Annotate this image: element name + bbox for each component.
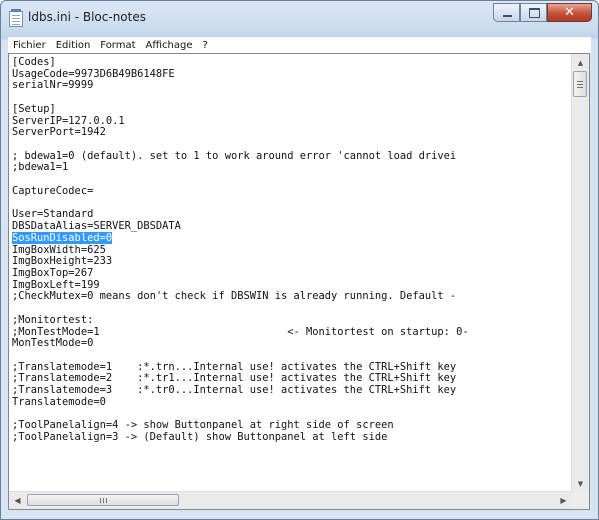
menu-fichier[interactable]: Fichier xyxy=(8,40,51,51)
text-line[interactable]: [Setup] xyxy=(12,103,572,116)
text-line[interactable]: UsageCode=9973D6B49B6148FE xyxy=(12,68,572,81)
selected-text[interactable]: SosRunDisabled=0 xyxy=(12,231,113,244)
scroll-left-button[interactable]: ◀ xyxy=(9,492,26,509)
scrollbar-corner xyxy=(572,492,589,509)
text-line[interactable]: ;ToolPanelalign=3 -> (Default) show Butt… xyxy=(12,431,572,444)
notepad-window: ldbs.ini - Bloc-notes ✕ Fichier Edition … xyxy=(0,0,599,520)
text-line[interactable]: serialNr=9999 xyxy=(12,80,572,92)
maximize-button[interactable] xyxy=(520,3,547,22)
arrow-up-icon: ▲ xyxy=(577,58,584,67)
text-line[interactable]: [Codes] xyxy=(12,57,572,69)
text-line[interactable]: SosRunDisabled=0 xyxy=(12,231,572,245)
text-line[interactable]: MonTestMode=0 xyxy=(12,338,572,350)
window-controls: ✕ xyxy=(493,3,592,23)
text-line[interactable] xyxy=(12,467,572,479)
text-line[interactable]: ImgBoxHeight=233 xyxy=(12,255,572,268)
close-icon: ✕ xyxy=(564,5,575,20)
horizontal-scrollbar[interactable]: ◀ ▶ xyxy=(9,491,572,509)
menu-bar: Fichier Edition Format Affichage ? xyxy=(8,37,591,53)
text-line[interactable]: ImgBoxTop=267 xyxy=(12,267,572,280)
grip-icon xyxy=(100,498,101,503)
scroll-up-button[interactable]: ▲ xyxy=(572,54,589,71)
arrow-left-icon: ◀ xyxy=(14,496,21,505)
maximize-icon xyxy=(529,8,540,18)
scroll-right-button[interactable]: ▶ xyxy=(555,492,572,509)
text-line[interactable]: ;bdewa1=1 xyxy=(12,162,572,174)
text-line[interactable]: CaptureCodec= xyxy=(12,185,572,198)
title-bar[interactable]: ldbs.ini - Bloc-notes ✕ xyxy=(1,1,598,33)
text-line[interactable]: Translatemode=0 xyxy=(12,396,572,409)
vertical-scroll-thumb[interactable] xyxy=(573,71,587,97)
text-line[interactable]: ;Monitortest: xyxy=(12,314,572,327)
text-line[interactable]: ;MonTestMode=1 <- Monitortest on startup… xyxy=(12,326,572,339)
vertical-scrollbar[interactable]: ▲ ▼ xyxy=(571,54,589,492)
arrow-down-icon: ▼ xyxy=(577,479,584,488)
close-button[interactable]: ✕ xyxy=(547,3,592,22)
arrow-right-icon: ▶ xyxy=(560,496,567,505)
grip-icon xyxy=(577,81,583,82)
horizontal-scroll-thumb[interactable] xyxy=(27,494,179,506)
minimize-button[interactable] xyxy=(493,3,520,22)
text-line[interactable]: ; bdewa1=0 (default). set to 1 to work a… xyxy=(12,150,572,163)
text-line[interactable] xyxy=(12,139,572,151)
text-line[interactable]: ;CheckMutex=0 means don't check if DBSWI… xyxy=(12,291,572,303)
scroll-down-button[interactable]: ▼ xyxy=(572,475,589,492)
menu-format[interactable]: Format xyxy=(95,40,140,51)
menu-help[interactable]: ? xyxy=(198,40,213,51)
window-title: ldbs.ini - Bloc-notes xyxy=(28,10,146,24)
menu-affichage[interactable]: Affichage xyxy=(141,40,198,51)
text-line[interactable] xyxy=(12,303,572,315)
notepad-icon[interactable] xyxy=(9,9,23,27)
text-editor[interactable]: [Codes] UsageCode=9973D6B49B6148FE serialN… xyxy=(12,57,572,489)
text-line[interactable] xyxy=(12,198,572,210)
editor-area[interactable]: [Codes] UsageCode=9973D6B49B6148FE serialN… xyxy=(8,53,590,510)
text-line[interactable] xyxy=(12,455,572,467)
text-line[interactable] xyxy=(12,92,572,104)
text-line[interactable] xyxy=(12,174,572,186)
menu-edition[interactable]: Edition xyxy=(51,40,96,51)
text-line[interactable] xyxy=(12,444,572,456)
text-line[interactable] xyxy=(12,350,572,362)
minimize-icon xyxy=(503,15,512,17)
text-line[interactable]: ServerPort=1942 xyxy=(12,127,572,139)
